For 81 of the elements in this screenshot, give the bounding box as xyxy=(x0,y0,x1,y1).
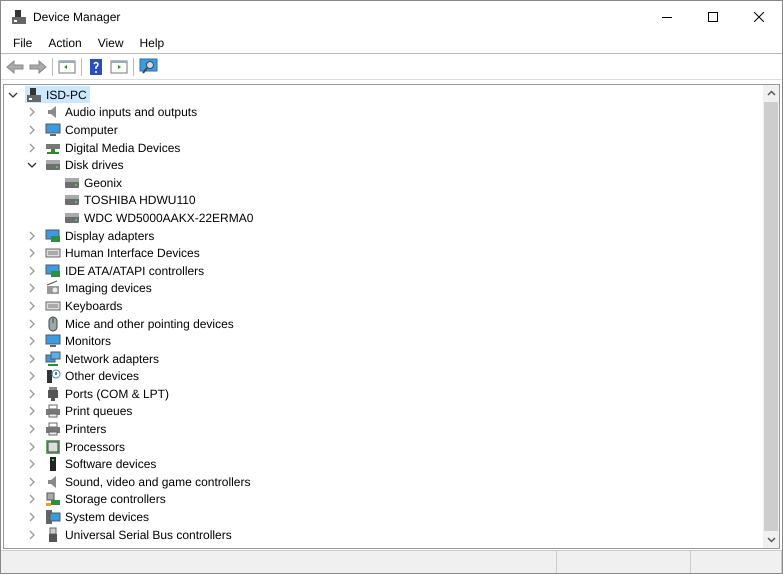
expand-chevron-icon[interactable] xyxy=(27,283,37,294)
system-icon xyxy=(45,509,61,526)
unknown-device-icon xyxy=(45,368,61,384)
expand-chevron-icon[interactable] xyxy=(27,459,37,470)
printer-icon xyxy=(45,403,61,420)
monitor-icon xyxy=(45,122,61,138)
tree-item[interactable]: Imaging devices xyxy=(44,280,155,297)
window-title: Device Manager xyxy=(33,10,122,24)
tree-item[interactable]: TOSHIBA HDWU110 xyxy=(63,192,199,209)
expand-chevron-icon[interactable] xyxy=(27,406,37,416)
network-icon xyxy=(45,350,61,367)
expand-chevron-icon[interactable] xyxy=(27,494,37,504)
close-icon xyxy=(754,12,764,22)
tree-item[interactable]: Audio inputs and outputs xyxy=(44,104,200,121)
collapse-chevron-icon[interactable] xyxy=(8,90,18,100)
printer-icon xyxy=(45,421,61,438)
menu-item[interactable]: File xyxy=(5,36,40,50)
storage-icon xyxy=(45,491,61,508)
scroll-thumb[interactable] xyxy=(764,102,778,531)
port-icon xyxy=(45,386,61,402)
scroll-up-icon[interactable] xyxy=(766,90,776,96)
tree-item[interactable]: Print queues xyxy=(44,402,136,420)
expand-chevron-icon[interactable] xyxy=(27,230,37,241)
monitor-icon xyxy=(45,333,61,350)
collapse-chevron-icon[interactable] xyxy=(27,160,37,170)
tree-item[interactable]: Software devices xyxy=(44,456,160,473)
tree-item[interactable]: Keyboards xyxy=(44,297,126,314)
back-arrow-icon[interactable] xyxy=(6,58,24,74)
tree-item[interactable]: System devices xyxy=(44,508,152,526)
expand-chevron-icon[interactable] xyxy=(27,336,37,346)
tree-item[interactable]: Disk drives xyxy=(44,156,127,174)
forward-arrow-icon[interactable] xyxy=(29,58,47,74)
scrollbar[interactable] xyxy=(763,85,779,548)
tree-item[interactable]: Printers xyxy=(44,420,110,438)
expand-chevron-icon[interactable] xyxy=(27,124,37,135)
tree-item[interactable]: Mice and other pointing devices xyxy=(44,315,237,332)
expand-chevron-icon[interactable] xyxy=(27,107,37,118)
expand-chevron-icon[interactable] xyxy=(27,318,37,329)
scroll-down-icon[interactable] xyxy=(766,537,776,543)
menu-item[interactable]: Help xyxy=(132,36,172,50)
tree-item[interactable]: Monitors xyxy=(44,332,114,350)
expand-chevron-icon[interactable] xyxy=(27,371,37,382)
maximize-icon xyxy=(708,12,718,22)
menu-item[interactable]: View xyxy=(90,36,132,50)
expand-chevron-icon[interactable] xyxy=(27,530,37,540)
tree-item[interactable]: Sound, video and game controllers xyxy=(44,473,254,490)
expand-chevron-icon[interactable] xyxy=(27,424,37,434)
expand-chevron-icon[interactable] xyxy=(27,248,37,258)
tree-item[interactable]: Computer xyxy=(44,121,121,138)
tree-item[interactable]: Other devices xyxy=(44,368,142,385)
tree-item[interactable]: Processors xyxy=(44,438,128,456)
tree-item[interactable]: Storage controllers xyxy=(44,490,169,508)
tree-item[interactable]: Human Interface Devices xyxy=(44,244,203,262)
expand-chevron-icon[interactable] xyxy=(27,300,37,311)
tree-item[interactable]: WDC WD5000AAKX-22ERMA0 xyxy=(63,209,256,226)
device-icon xyxy=(11,9,27,25)
expand-chevron-icon[interactable] xyxy=(27,142,37,153)
card-icon xyxy=(45,262,61,279)
tree-item[interactable]: Display adapters xyxy=(44,227,158,244)
expand-chevron-icon[interactable] xyxy=(27,476,37,487)
card-icon xyxy=(45,228,61,244)
camera-icon xyxy=(45,280,61,296)
tree-item[interactable]: Network adapters xyxy=(44,350,162,368)
help-icon[interactable] xyxy=(87,58,105,76)
device-icon xyxy=(26,86,42,103)
expand-chevron-icon[interactable] xyxy=(27,512,37,522)
tree-item[interactable]: Geonix xyxy=(63,174,126,192)
expand-chevron-icon[interactable] xyxy=(27,442,37,452)
tree-item[interactable]: Universal Serial Bus controllers xyxy=(44,526,235,544)
expand-chevron-icon[interactable] xyxy=(27,388,37,399)
menu-item[interactable]: Action xyxy=(40,36,90,50)
action-pane-icon[interactable] xyxy=(110,58,128,74)
console-tree-icon[interactable] xyxy=(58,58,76,74)
tree-item[interactable]: Digital Media Devices xyxy=(44,139,184,156)
tree-item[interactable]: Ports (COM & LPT) xyxy=(44,385,172,402)
chip-icon xyxy=(45,438,61,455)
expand-chevron-icon[interactable] xyxy=(27,354,37,364)
tree-item[interactable]: ISD-PC xyxy=(25,86,90,104)
scan-monitor-icon[interactable] xyxy=(139,58,159,76)
tree-item[interactable]: IDE ATA/ATAPI controllers xyxy=(44,262,208,280)
expand-chevron-icon[interactable] xyxy=(27,266,37,276)
